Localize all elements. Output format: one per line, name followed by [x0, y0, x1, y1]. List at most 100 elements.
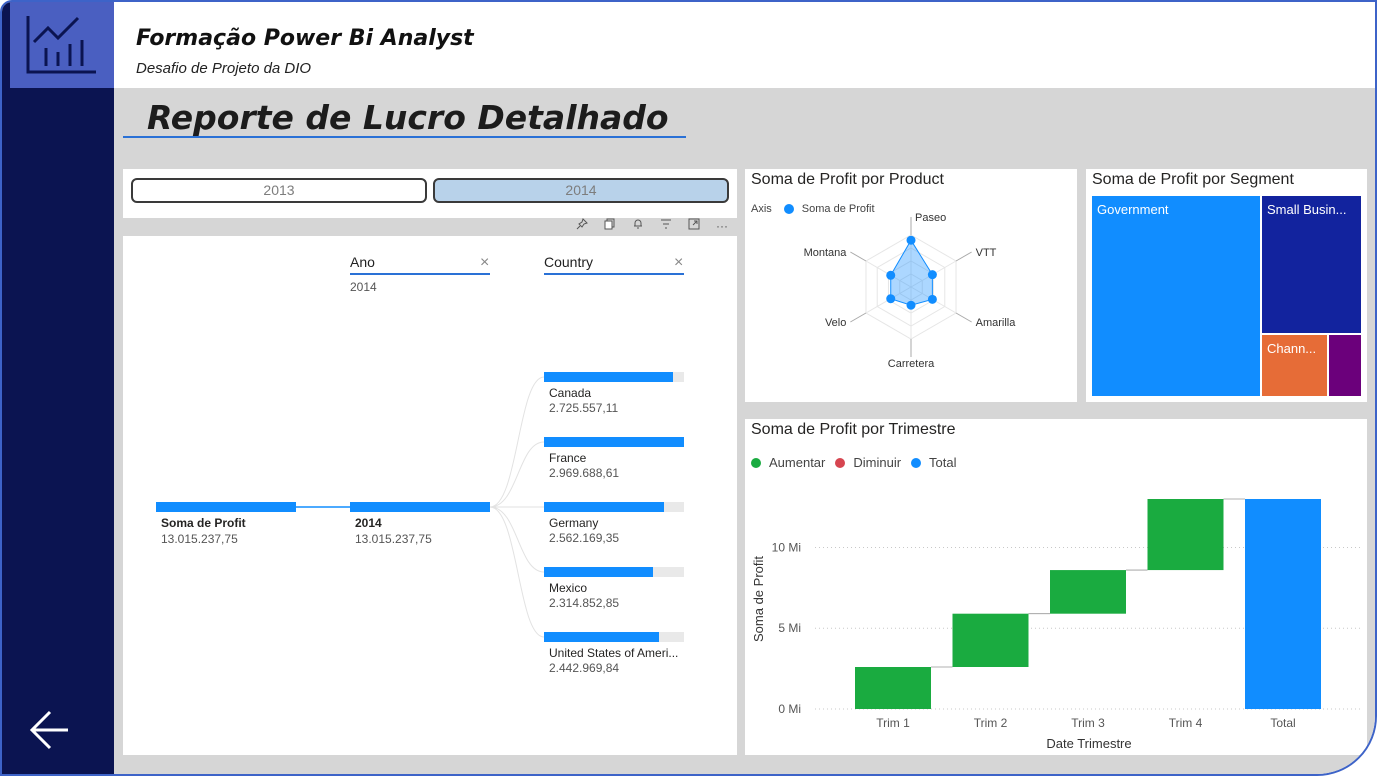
remove-level-country-icon[interactable]: × [674, 254, 683, 272]
copy-icon[interactable] [596, 216, 624, 236]
country-label-germany: Germany [549, 516, 599, 530]
radar-leader-montana [850, 251, 867, 262]
radar-label-paseo: Paseo [915, 212, 946, 224]
level-header-ano: Ano [350, 254, 375, 270]
title-underline [123, 136, 686, 138]
xtick-trim-1: Trim 1 [876, 716, 910, 730]
radar-point-vtt [927, 270, 937, 280]
treemap-other[interactable] [1329, 335, 1361, 396]
ytick-5: 5 Mi [778, 621, 801, 635]
xtick-total: Total [1270, 716, 1295, 730]
report-canvas: Reporte de Lucro Detalhado 2013 2014 ···… [114, 88, 1375, 774]
remove-level-ano-icon[interactable]: × [480, 254, 489, 272]
more-options-icon[interactable]: ··· [708, 216, 736, 236]
radar-point-paseo [906, 235, 916, 245]
radar-chart: Paseo VTT Amarilla Carretera Velo Montana [804, 212, 1017, 370]
visual-toolbar: ··· [568, 216, 738, 236]
ytick-10: 10 Mi [772, 540, 801, 554]
report-frame: Formação Power Bi Analyst Desafio de Pro… [0, 0, 1377, 776]
country-bar-mexico[interactable] [544, 567, 654, 577]
waterfall-bar-trim-4 [1147, 499, 1224, 571]
radar-point-amarilla [927, 294, 937, 304]
waterfall-bar-trim-2 [952, 613, 1029, 667]
level-underline-ano [350, 273, 490, 275]
connector-france [489, 441, 545, 508]
xtick-trim-3: Trim 3 [1071, 716, 1105, 730]
back-arrow-icon[interactable] [26, 708, 72, 752]
page-title: Reporte de Lucro Detalhado [147, 98, 669, 137]
header-subtitle: Desafio de Projeto da DIO [136, 60, 312, 77]
waterfall-chart: 0 Mi 5 Mi 10 Mi Soma de Profit Date Trimestr… [751, 498, 1361, 751]
waterfall-bar-trim-3 [1050, 570, 1126, 614]
country-bar-france[interactable] [544, 437, 684, 447]
logo [10, 2, 114, 88]
filter-icon[interactable] [652, 216, 680, 236]
radar-point-carretera [906, 300, 916, 310]
country-label-canada: Canada [549, 386, 592, 400]
decomposition-tree: Ano × 2014 Country × Soma de Profit 13.0… [123, 236, 737, 755]
segment-treemap-card: Soma de Profit por Segment Government Sm… [1086, 169, 1367, 402]
country-value-canada: 2.725.557,11 [549, 401, 619, 415]
radar-label-amarilla: Amarilla [976, 317, 1017, 329]
country-value-germany: 2.562.169,35 [549, 531, 620, 545]
radar-leader-vtt [955, 251, 972, 262]
radar-leader-velo [850, 312, 867, 323]
waterfall-chart-card: Soma de Profit por Trimestre Aumentar Di… [745, 419, 1367, 755]
country-label-united-states-of-ameri: United States of Ameri... [549, 646, 679, 660]
root-node-label: Soma de Profit [161, 516, 246, 530]
treemap-government[interactable]: Government [1092, 196, 1260, 396]
waterfall-bar-trim-1 [855, 667, 931, 709]
slicer-option-2014[interactable]: 2014 [433, 178, 729, 203]
country-bar-germany[interactable] [544, 502, 665, 512]
level-underline-country [544, 273, 684, 275]
segment-treemap-title: Soma de Profit por Segment [1092, 171, 1294, 188]
waterfall-bar-total [1245, 499, 1321, 709]
country-bar-united-states-of-ameri[interactable] [544, 632, 659, 642]
xtick-trim-4: Trim 4 [1169, 716, 1203, 730]
year-node-label: 2014 [355, 516, 382, 530]
radar-point-velo [886, 294, 896, 304]
connector-united-states-of-ameri [489, 506, 545, 638]
pin-icon[interactable] [568, 216, 596, 236]
treemap-government-label: Government [1097, 202, 1169, 217]
year-slicer: 2013 2014 [123, 169, 737, 218]
treemap-channel[interactable]: Chann... [1262, 335, 1327, 396]
chart-logo-icon [26, 16, 96, 74]
country-bar-canada[interactable] [544, 372, 673, 382]
ytick-0: 0 Mi [778, 702, 801, 716]
radar-label-vtt: VTT [976, 247, 997, 259]
x-axis-title: Date Trimestre [1046, 736, 1131, 751]
radar-series-area [890, 239, 933, 306]
radar-leader-amarilla [955, 312, 972, 323]
sidebar [2, 2, 114, 774]
connector-mexico [489, 506, 545, 573]
radar-point-montana [886, 270, 896, 280]
root-node-bar[interactable] [156, 502, 296, 512]
header-title: Formação Power Bi Analyst [136, 26, 474, 51]
country-label-france: France [549, 451, 587, 465]
country-value-mexico: 2.314.852,85 [549, 596, 620, 610]
radar-chart-card: Soma de Profit por Product Axis Soma de … [745, 169, 1077, 402]
level-selected-ano: 2014 [350, 280, 377, 294]
year-node-bar[interactable] [350, 502, 490, 512]
y-axis-title: Soma de Profit [751, 556, 766, 642]
bell-icon[interactable] [624, 216, 652, 236]
treemap-channel-label: Chann... [1267, 341, 1317, 356]
country-label-mexico: Mexico [549, 581, 588, 595]
treemap-small-business-label: Small Busin... [1267, 202, 1347, 217]
tree-connectors [296, 376, 545, 638]
radar-label-carretera: Carretera [888, 358, 935, 370]
focus-mode-icon[interactable] [680, 216, 708, 236]
header: Formação Power Bi Analyst Desafio de Pro… [114, 2, 1375, 88]
country-value-france: 2.969.688,61 [549, 466, 620, 480]
xtick-trim-2: Trim 2 [974, 716, 1008, 730]
connector-canada [489, 376, 545, 508]
year-node-value: 13.015.237,75 [355, 532, 432, 546]
slicer-option-2013[interactable]: 2013 [131, 178, 427, 203]
country-value-united-states-of-ameri: 2.442.969,84 [549, 661, 620, 675]
radar-label-velo: Velo [825, 317, 846, 329]
treemap-small-business[interactable]: Small Busin... [1262, 196, 1361, 333]
radar-label-montana: Montana [804, 247, 848, 259]
level-header-country: Country [544, 254, 594, 270]
root-node-value: 13.015.237,75 [161, 532, 238, 546]
